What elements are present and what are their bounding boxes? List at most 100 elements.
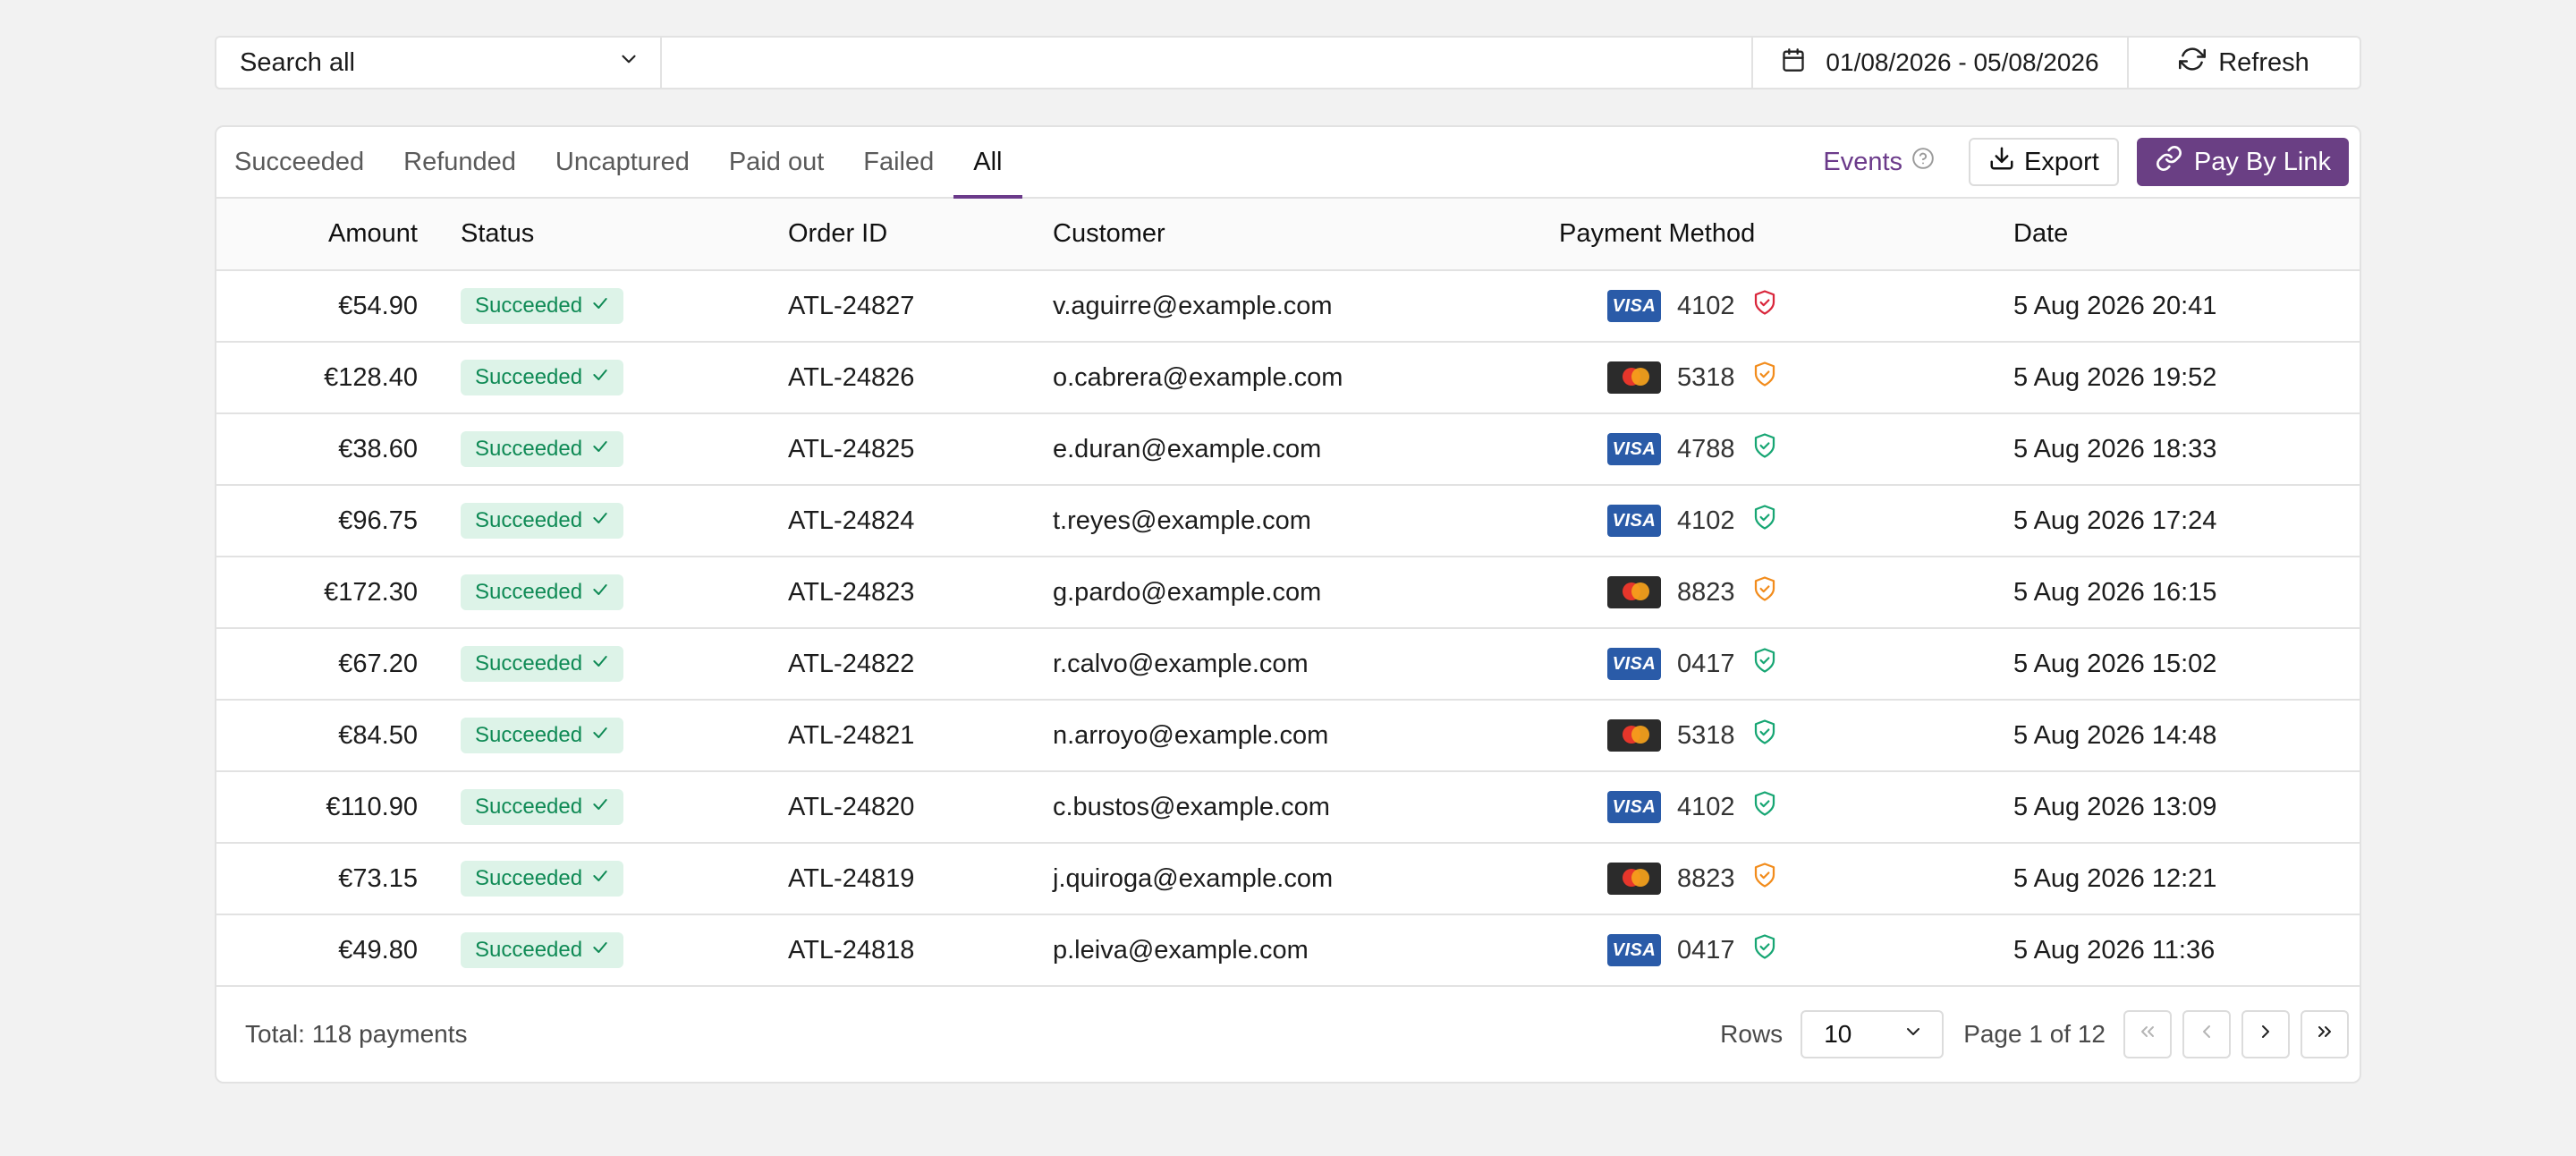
tab-succeeded[interactable]: Succeeded — [234, 127, 384, 197]
column-header-order-id[interactable]: Order ID — [787, 199, 1052, 270]
amount-cell: €67.20 — [338, 649, 418, 678]
search-scope-select[interactable]: Search all — [216, 38, 662, 88]
status-cell: Succeeded — [418, 914, 787, 986]
tab-refunded[interactable]: Refunded — [384, 127, 536, 197]
risk-shield-icon — [1751, 575, 1778, 609]
check-icon — [591, 795, 609, 820]
amount-cell: €96.75 — [338, 506, 418, 535]
table-row[interactable]: €110.90 Succeeded ATL-24820 c.bustos@exampl… — [216, 771, 2360, 843]
check-icon — [591, 508, 609, 533]
status-label: Succeeded — [475, 651, 583, 676]
rows-per-page-select[interactable]: 10 — [1801, 1010, 1945, 1058]
tab-bar: Succeeded Refunded Uncaptured Paid out Faile… — [216, 127, 2360, 199]
export-label: Export — [2024, 147, 2099, 176]
tab-all[interactable]: All — [953, 127, 1022, 199]
pay-by-link-label: Pay By Link — [2193, 147, 2331, 176]
date-cell: 5 Aug 2026 13:09 — [2013, 792, 2217, 821]
amount-cell: €128.40 — [324, 362, 418, 392]
tab-uncaptured[interactable]: Uncaptured — [536, 127, 709, 197]
status-label: Succeeded — [475, 293, 583, 318]
card-last4: 0417 — [1677, 935, 1735, 965]
table-row[interactable]: €73.15 Succeeded ATL-24819 j.quiroga@exampl… — [216, 843, 2360, 914]
download-icon — [1988, 145, 2015, 179]
payment-method-cell: 8823 — [1558, 557, 2012, 628]
payments-table: Amount Status Order ID Customer Payment … — [216, 199, 2360, 987]
status-label: Succeeded — [475, 795, 583, 819]
table-row[interactable]: €128.40 Succeeded ATL-24826 o.cabrera@examp… — [216, 342, 2360, 413]
payment-method-cell: VISA 0417 — [1558, 914, 2012, 986]
customer-email-cell: j.quiroga@example.com — [1053, 863, 1334, 893]
status-badge: Succeeded — [461, 288, 624, 324]
pagination: Rows 10 Page 1 of 12 — [1720, 1010, 2349, 1058]
column-header-amount[interactable]: Amount — [216, 199, 418, 270]
filter-bar: Search all 01/08/2026 - 05/08/2026 Refre… — [215, 36, 2361, 89]
column-header-customer[interactable]: Customer — [1052, 199, 1558, 270]
column-header-date[interactable]: Date — [2012, 199, 2360, 270]
first-page-button[interactable] — [2123, 1010, 2172, 1058]
tab-paid-out[interactable]: Paid out — [709, 127, 843, 197]
visa-card-icon: VISA — [1607, 934, 1661, 966]
rows-label: Rows — [1720, 1020, 1784, 1048]
status-label: Succeeded — [475, 508, 583, 532]
mastercard-icon — [1607, 863, 1661, 895]
table-row[interactable]: €49.80 Succeeded ATL-24818 p.leiva@example.… — [216, 914, 2360, 986]
table-row[interactable]: €84.50 Succeeded ATL-24821 n.arroyo@example… — [216, 700, 2360, 771]
risk-shield-icon — [1751, 289, 1778, 323]
status-label: Succeeded — [475, 580, 583, 604]
risk-shield-icon — [1751, 790, 1778, 824]
order-id-cell: ATL-24825 — [788, 434, 915, 463]
card-last4: 4102 — [1677, 792, 1735, 821]
search-input[interactable] — [662, 38, 1751, 88]
next-page-button[interactable] — [2241, 1010, 2290, 1058]
customer-email-cell: t.reyes@example.com — [1053, 506, 1311, 535]
status-tabs: Succeeded Refunded Uncaptured Paid out Faile… — [234, 127, 1022, 199]
customer-email-cell: g.pardo@example.com — [1053, 577, 1322, 607]
risk-shield-icon — [1751, 718, 1778, 752]
table-row[interactable]: €96.75 Succeeded ATL-24824 t.reyes@example.… — [216, 485, 2360, 557]
events-link[interactable]: Events — [1823, 147, 1935, 177]
chevron-down-icon — [617, 47, 640, 78]
search-scope-value: Search all — [240, 47, 355, 77]
status-badge: Succeeded — [461, 574, 624, 610]
table-row[interactable]: €67.20 Succeeded ATL-24822 r.calvo@example.… — [216, 628, 2360, 700]
mastercard-icon — [1607, 576, 1661, 608]
check-icon — [591, 580, 609, 605]
date-range-picker[interactable]: 01/08/2026 - 05/08/2026 — [1751, 38, 2127, 88]
column-header-payment-method[interactable]: Payment Method — [1558, 199, 2012, 270]
mastercard-icon — [1607, 719, 1661, 752]
pay-by-link-button[interactable]: Pay By Link — [2136, 138, 2349, 186]
risk-shield-icon — [1751, 862, 1778, 896]
table-row[interactable]: €172.30 Succeeded ATL-24823 g.pardo@example… — [216, 557, 2360, 628]
risk-shield-icon — [1751, 361, 1778, 395]
column-header-status[interactable]: Status — [418, 199, 787, 270]
customer-email-cell: v.aguirre@example.com — [1053, 291, 1333, 320]
status-badge: Succeeded — [461, 789, 624, 825]
card-last4: 4102 — [1677, 506, 1735, 535]
status-cell: Succeeded — [418, 270, 787, 342]
previous-page-button[interactable] — [2182, 1010, 2231, 1058]
tab-failed[interactable]: Failed — [843, 127, 953, 197]
card-last4: 0417 — [1677, 649, 1735, 678]
customer-email-cell: n.arroyo@example.com — [1053, 720, 1329, 750]
payments-page: Search all 01/08/2026 - 05/08/2026 Refre… — [215, 36, 2361, 1084]
order-id-cell: ATL-24822 — [788, 649, 915, 678]
status-badge: Succeeded — [461, 360, 624, 395]
payment-method-cell: 8823 — [1558, 843, 2012, 914]
visa-card-icon: VISA — [1607, 648, 1661, 680]
order-id-cell: ATL-24821 — [788, 720, 915, 750]
date-cell: 5 Aug 2026 14:48 — [2013, 720, 2217, 750]
table-row[interactable]: €38.60 Succeeded ATL-24825 e.duran@example.… — [216, 413, 2360, 485]
order-id-cell: ATL-24823 — [788, 577, 915, 607]
status-cell: Succeeded — [418, 485, 787, 557]
order-id-cell: ATL-24827 — [788, 291, 915, 320]
calendar-icon — [1781, 47, 1806, 79]
refresh-button[interactable]: Refresh — [2127, 38, 2360, 88]
order-id-cell: ATL-24818 — [788, 935, 915, 965]
card-last4: 4788 — [1677, 434, 1735, 463]
help-icon — [1911, 147, 1935, 177]
order-id-cell: ATL-24820 — [788, 792, 915, 821]
export-button[interactable]: Export — [1969, 138, 2119, 186]
visa-card-icon: VISA — [1607, 433, 1661, 465]
table-row[interactable]: €54.90 Succeeded ATL-24827 v.aguirre@exampl… — [216, 270, 2360, 342]
last-page-button[interactable] — [2301, 1010, 2349, 1058]
